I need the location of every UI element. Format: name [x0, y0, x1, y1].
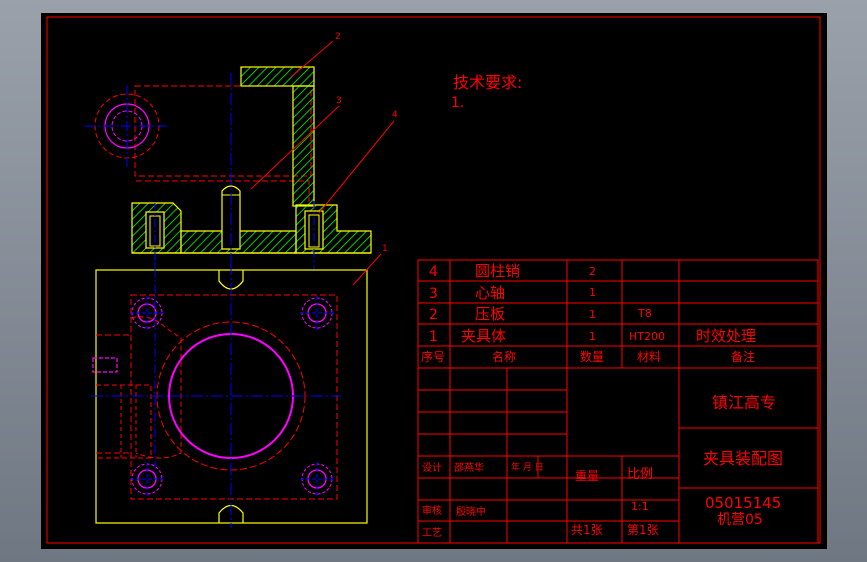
part-4-no: 4 [429, 264, 438, 280]
balloon-1: 1 [382, 244, 388, 254]
sheet-number: 第1张 [627, 523, 659, 537]
part-4-name: 圆柱销 [475, 262, 520, 280]
sheets-total: 共1张 [571, 523, 603, 537]
check-label: 审核 [422, 504, 442, 517]
checker-name: 殷晓中 [456, 505, 486, 518]
part-1-material: HT200 [629, 330, 665, 343]
parts-list: 4 圆柱销 2 3 心轴 1 2 压板 1 T8 1 夹具体 1 HT200 时… [421, 262, 756, 364]
part-2-no: 2 [429, 307, 438, 323]
part-3-name: 心轴 [475, 284, 505, 302]
part-3-qty: 1 [589, 286, 596, 299]
school-name: 镇江高专 [712, 393, 776, 412]
scale-label: 比例 [627, 467, 653, 482]
design-label: 设计 [422, 461, 442, 474]
balloon-3: 3 [336, 96, 342, 106]
date-label: 年 月 日 [511, 461, 544, 473]
header-note: 备注 [731, 349, 755, 364]
cad-drawing: 2 3 4 1 技术要求: 1. 4 圆柱销 2 3 心轴 1 2 压板 1 T… [46, 16, 821, 544]
part-4-qty: 2 [589, 265, 596, 278]
weight-label: 重量 [575, 469, 599, 483]
designer-name: 邵燕华 [454, 461, 484, 474]
part-3-no: 3 [429, 286, 438, 302]
title-block: 镇江高专 夹具装配图 05015145 机营05 设计 邵燕华 年 月 日 审核… [422, 393, 783, 539]
part-1-no: 1 [429, 329, 438, 345]
class-name: 机营05 [717, 512, 763, 528]
front-section-view [85, 66, 372, 271]
part-2-material: T8 [637, 307, 652, 320]
plan-view [91, 253, 368, 528]
drawing-code: 05015145 [705, 494, 781, 512]
part-2-name: 压板 [475, 305, 505, 323]
drawing-title: 夹具装配图 [703, 449, 783, 468]
scale-value: 1:1 [631, 500, 649, 513]
balloon-2: 2 [335, 32, 341, 42]
header-qty: 数量 [580, 349, 604, 364]
drawing-canvas: 2 3 4 1 技术要求: 1. 4 圆柱销 2 3 心轴 1 2 压板 1 T… [41, 13, 827, 549]
balloon-4: 4 [392, 110, 398, 120]
part-1-qty: 1 [589, 330, 596, 343]
tech-requirements-title: 技术要求: [453, 73, 522, 92]
tech-requirements-item-1: 1. [451, 95, 464, 111]
part-1-note: 时效处理 [696, 327, 756, 345]
header-name: 名称 [492, 349, 516, 364]
part-1-name: 夹具体 [461, 327, 506, 345]
header-no: 序号 [421, 349, 445, 364]
part-2-qty: 1 [589, 308, 596, 321]
process-label: 工艺 [422, 527, 442, 539]
header-material: 材料 [637, 350, 661, 364]
